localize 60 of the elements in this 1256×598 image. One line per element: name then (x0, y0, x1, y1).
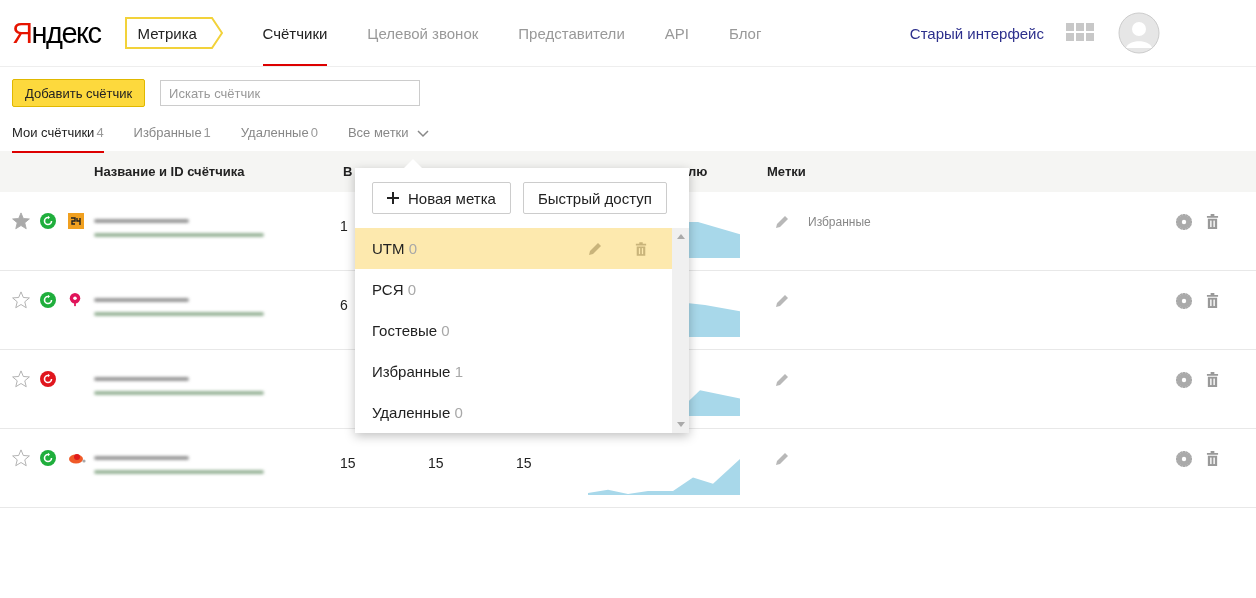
settings-icon[interactable] (1176, 451, 1192, 467)
status-refresh-icon (40, 371, 56, 387)
star-outline-icon[interactable] (12, 291, 30, 309)
settings-icon[interactable] (1176, 214, 1192, 230)
delete-icon[interactable] (1206, 293, 1219, 308)
column-header: Метки (767, 164, 806, 179)
pencil-icon[interactable] (774, 293, 790, 309)
filter-tab[interactable]: Избранные 1 (133, 121, 211, 153)
plus-icon (387, 192, 399, 204)
tags-filter-dropdown[interactable]: Все метки (347, 121, 429, 153)
pencil-icon[interactable] (774, 214, 790, 230)
delete-icon[interactable] (1206, 214, 1219, 229)
column-header: В (343, 164, 354, 179)
tag-menu-item[interactable]: РСЯ 0 (355, 269, 672, 310)
avatar-icon[interactable] (1118, 12, 1160, 54)
new-tag-button[interactable]: Новая метка (372, 182, 511, 214)
chevron-down-icon (416, 130, 429, 138)
favicon-icon (68, 452, 86, 464)
pencil-icon[interactable] (774, 372, 790, 388)
pencil-icon[interactable] (587, 240, 603, 257)
delete-icon[interactable] (635, 241, 647, 256)
tag-menu-item[interactable]: Гостевые 0 (355, 310, 672, 351)
status-refresh-icon (40, 450, 56, 466)
sparkline (687, 222, 740, 258)
tag-menu-item[interactable]: Удаленные 0 (355, 392, 672, 433)
star-outline-icon[interactable] (12, 449, 30, 467)
scrollbar[interactable] (672, 228, 689, 433)
favicon-icon (68, 213, 84, 229)
sparkline (687, 301, 740, 337)
search-field[interactable]: Искать счётчик (160, 80, 421, 106)
nav-tab[interactable]: Счётчики (262, 0, 328, 66)
favicon-icon (68, 292, 82, 308)
visits-value: 15 (340, 455, 356, 471)
table-value: 15 (428, 455, 444, 471)
visits-value: 1 (340, 218, 348, 234)
old-interface-link[interactable]: Старый интерфейс (909, 24, 1044, 42)
status-refresh-icon (40, 292, 56, 308)
yandex-logo[interactable]: Яндекс (12, 16, 101, 50)
apps-grid-icon[interactable] (1066, 23, 1096, 43)
star-outline-icon[interactable] (12, 370, 30, 388)
settings-icon[interactable] (1176, 293, 1192, 309)
pencil-icon[interactable] (774, 451, 790, 467)
filter-tab[interactable]: Удаленные 0 (240, 121, 318, 153)
status-refresh-icon (40, 213, 56, 229)
star-filled-icon[interactable] (12, 212, 30, 230)
tag-menu-item[interactable]: Избранные 1 (355, 351, 672, 392)
settings-icon[interactable] (1176, 372, 1192, 388)
add-counter-button[interactable]: Добавить счётчик (12, 79, 146, 107)
tag-label: Избранные (808, 215, 871, 229)
delete-icon[interactable] (1206, 372, 1219, 387)
scroll-down-icon[interactable] (676, 422, 685, 427)
delete-icon[interactable] (1206, 451, 1219, 466)
quick-access-button[interactable]: Быстрый доступ (522, 182, 667, 214)
visits-value: 6 (340, 297, 348, 313)
column-header: Название и ID счётчика (94, 164, 246, 179)
product-badge[interactable]: Метрика (124, 17, 223, 49)
scroll-up-icon[interactable] (676, 234, 685, 239)
table-value: 15 (516, 455, 532, 471)
column-header: лю (688, 164, 709, 179)
tag-menu-item[interactable]: UTM 0 (355, 228, 672, 269)
